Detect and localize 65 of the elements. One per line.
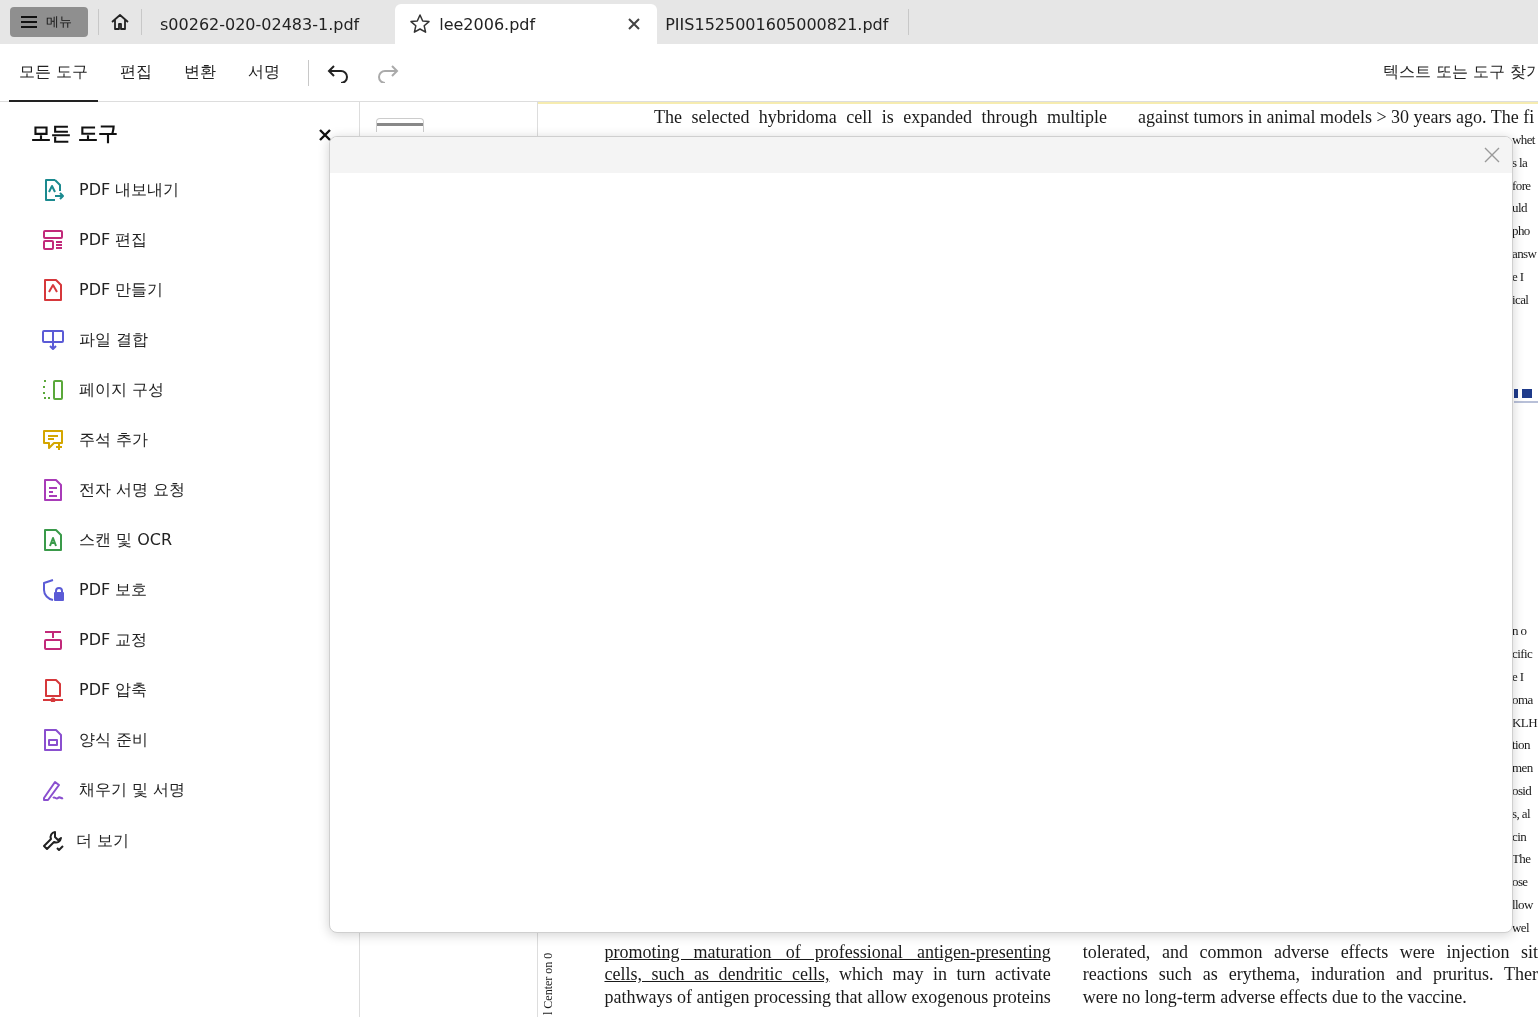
close-icon[interactable] [319, 129, 331, 141]
document-text-fragment: ical [1512, 290, 1530, 309]
document-text-fragment: cific [1512, 645, 1534, 664]
tool-item[interactable]: 양식 준비 [41, 715, 321, 765]
document-text-fragment: e I [1512, 267, 1525, 286]
tool-item[interactable]: 전자 서명 요청 [41, 465, 321, 515]
document-text-line: against tumors in animal models > 30 years ago. The fi [1138, 106, 1535, 129]
document-text-line: The selected hybridoma cell is expanded through multiple [654, 106, 1107, 129]
menu-button[interactable]: 메뉴 [10, 7, 88, 37]
document-text-fragment: The [1512, 850, 1532, 869]
tab-title: lee2006.pdf [439, 14, 536, 34]
home-button[interactable] [109, 12, 131, 32]
document-tab[interactable]: lee2006.pdf [395, 4, 658, 44]
tool-item[interactable]: PDF 편집 [41, 215, 321, 265]
document-tab[interactable]: s00262-020-02483-1.pdf [152, 4, 370, 44]
tool-item[interactable]: 스캔 및 OCR [41, 515, 321, 565]
tool-item[interactable]: PDF 교정 [41, 615, 321, 665]
toolbar-tab[interactable]: 변환 [174, 43, 227, 102]
document-text-fragment: men [1512, 759, 1534, 778]
tool-item[interactable]: 채우기 및 서명 [41, 765, 321, 815]
toolbar-tab[interactable]: 편집 [110, 43, 163, 102]
tool-item[interactable]: PDF 만들기 [41, 265, 321, 315]
document-text-fragment: oma [1512, 690, 1534, 709]
menu-icon [20, 15, 38, 29]
tool-item[interactable]: 파일 결합 [41, 315, 321, 365]
side-margin-text: l Center on 0 [541, 952, 555, 1015]
document-text-fragment: s, al [1512, 804, 1531, 823]
document-tab[interactable]: PIIS1525001605000821.pdf [657, 4, 899, 44]
document-text-fragment: n o [1512, 622, 1528, 641]
panel-title: 모든 도구 [31, 121, 118, 145]
document-text-fragment: tion [1512, 736, 1531, 755]
close-icon[interactable] [627, 17, 642, 31]
document-text-fragment: llow [1512, 895, 1534, 914]
document-text-fragment: KLH [1512, 713, 1538, 732]
tab-title: s00262-020-02483-1.pdf [160, 14, 360, 34]
home-icon [110, 12, 130, 32]
document-text-fragment: s la [1512, 153, 1529, 172]
document-text-line: promoting maturation of professional antigen-presenting [604, 940, 1051, 964]
tab-title: PIIS1525001605000821.pdf [665, 14, 889, 34]
document-text-fragment: wel [1512, 918, 1530, 937]
tool-item[interactable]: 더 보기 [41, 816, 321, 866]
document-text-fragment: osid [1512, 781, 1533, 800]
document-text-line: were no long-term adverse effects due to the vaccine. [1082, 986, 1468, 1009]
tool-item[interactable]: PDF 내보내기 [41, 165, 321, 215]
document-text-fragment: answ [1512, 245, 1538, 263]
document-text-fragment: e I [1512, 667, 1525, 686]
document-text-line: tolerated, and common adverse effects were injection sit [1082, 940, 1538, 964]
document-text-line: pathways of antigen processing that allow exogenous proteins [604, 986, 1051, 1009]
toolbar-tab[interactable]: 서명 [238, 43, 291, 102]
document-text-line: reactions such as erythema, induration and pruritus. Ther [1082, 963, 1538, 987]
toolbar-tab[interactable]: 모든 도구 [9, 43, 99, 102]
thumbnail-handle[interactable] [376, 118, 424, 132]
tool-item[interactable]: PDF 보호 [41, 565, 321, 615]
search-tools-button[interactable]: 텍스트 또는 도구 찾기 [1382, 62, 1538, 83]
star-icon[interactable] [409, 13, 432, 35]
document-text-fragment: uld [1512, 199, 1528, 218]
document-text-fragment: fore [1512, 176, 1532, 195]
tool-item[interactable]: 페이지 구성 [41, 365, 321, 415]
document-text-line: cells, such as dendritic cells, which may in turn activate [604, 963, 1051, 987]
document-text-fragment: pho [1512, 222, 1531, 241]
tool-item[interactable]: 주석 추가 [41, 415, 321, 465]
document-text-fragment: whet [1512, 131, 1537, 149]
document-text-fragment: ose [1512, 873, 1529, 892]
document-text-fragment: cin [1512, 827, 1528, 846]
tool-item[interactable]: PDF 압축 [41, 665, 321, 715]
